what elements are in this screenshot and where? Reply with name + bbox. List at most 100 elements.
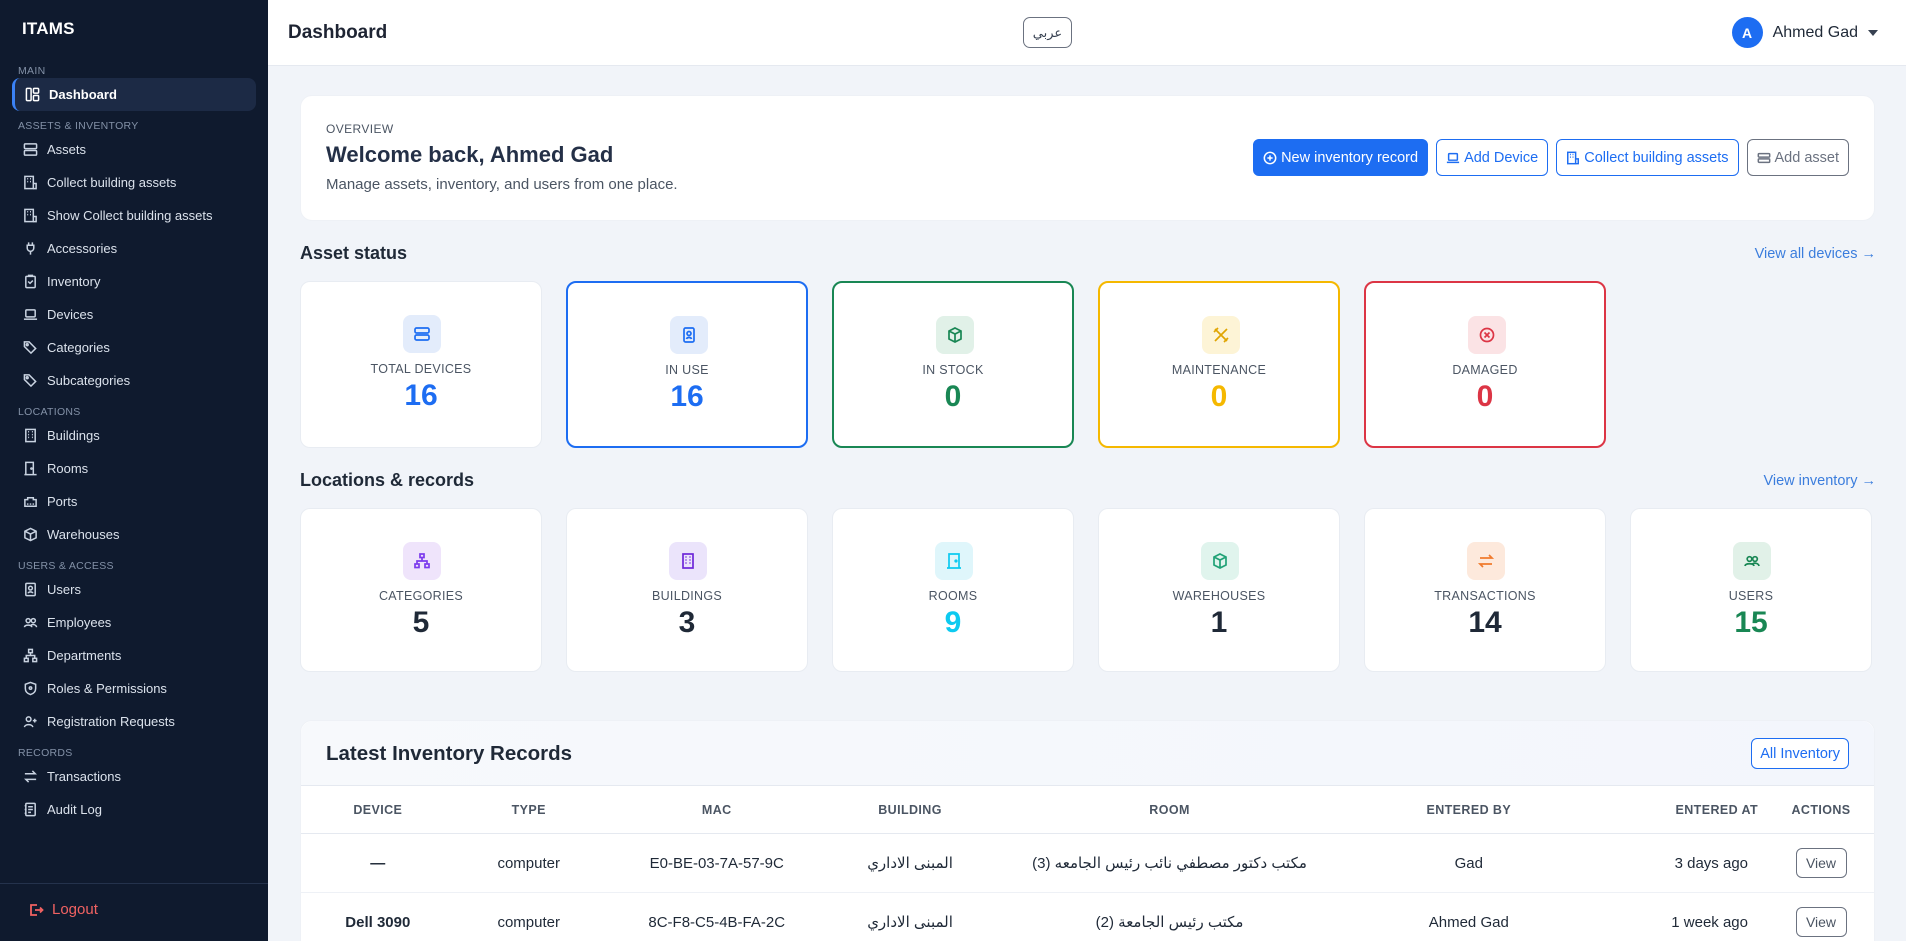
sidebar-item-devices[interactable]: Devices — [12, 298, 256, 331]
cell-entered-by: Gad — [1349, 833, 1588, 893]
people-icon — [1733, 542, 1771, 580]
sidebar-item-accessories[interactable]: Accessories — [12, 232, 256, 265]
column-header[interactable]: DEVICE — [301, 785, 455, 834]
sidebar-item-registration-requests[interactable]: Registration Requests — [12, 705, 256, 738]
stat-label: WAREHOUSES — [1172, 589, 1266, 603]
logout-label: Logout — [52, 901, 98, 918]
clipboard-icon — [22, 274, 38, 290]
column-header[interactable]: ENTERED BY — [1349, 785, 1588, 834]
nav-section-locations: LOCATIONS — [18, 406, 81, 418]
sidebar-item-subcategories[interactable]: Subcategories — [12, 364, 256, 397]
server-icon — [403, 315, 441, 353]
new-inventory-record-button[interactable]: New inventory record — [1253, 139, 1429, 176]
stat-card-maintenance[interactable]: MAINTENANCE 0 — [1098, 281, 1340, 448]
shield-icon — [22, 681, 38, 697]
sidebar-item-show-collect-building-assets[interactable]: Show Collect building assets — [12, 199, 256, 232]
view-button[interactable]: View — [1795, 848, 1847, 878]
stat-card-rooms[interactable]: ROOMS 9 — [832, 508, 1074, 672]
stat-value: 1 — [1210, 606, 1228, 639]
sidebar-item-collect-building-assets[interactable]: Collect building assets — [12, 166, 256, 199]
sidebar-item-employees[interactable]: Employees — [12, 606, 256, 639]
sidebar-item-label: Warehouses — [47, 527, 120, 542]
stat-label: USERS — [1728, 589, 1774, 603]
stat-card-warehouses[interactable]: WAREHOUSES 1 — [1098, 508, 1340, 672]
view-all-devices-link[interactable]: View all devices → — [1755, 246, 1876, 262]
view-inventory-link[interactable]: View inventory → — [1763, 473, 1876, 489]
sidebar-item-label: Roles & Permissions — [47, 681, 167, 696]
sidebar-item-transactions[interactable]: Transactions — [12, 760, 256, 793]
stat-value: 9 — [944, 606, 962, 639]
sidebar-item-label: Ports — [47, 494, 78, 509]
stat-value: 0 — [944, 380, 962, 413]
collect-building-assets-button[interactable]: Collect building assets — [1556, 139, 1739, 176]
column-header[interactable]: TYPE — [454, 785, 603, 834]
assets-icon — [22, 142, 38, 158]
stat-card-total-devices[interactable]: TOTAL DEVICES 16 — [300, 281, 542, 448]
stat-card-categories[interactable]: CATEGORIES 5 — [300, 508, 542, 672]
sidebar-item-roles-permissions[interactable]: Roles & Permissions — [12, 672, 256, 705]
sidebar: ITAMS MAIN Dashboard ASSETS & INVENTORY … — [0, 0, 268, 941]
table-row[interactable]: Dell 3090 computer 8C-F8-C5-4B-FA-2C الم… — [301, 892, 1874, 941]
table-header-row: DEVICE TYPE MAC BUILDING ROOM ENTERED BY… — [301, 785, 1874, 834]
stat-card-transactions[interactable]: TRANSACTIONS 14 — [1364, 508, 1606, 672]
sidebar-item-label: Accessories — [47, 241, 118, 256]
stat-label: CATEGORIES — [378, 589, 464, 603]
view-button[interactable]: View — [1795, 907, 1847, 937]
add-device-button[interactable]: Add Device — [1436, 139, 1549, 176]
column-header: ACTIONS — [1768, 785, 1874, 834]
stat-label: BUILDINGS — [651, 589, 723, 603]
sidebar-item-buildings[interactable]: Buildings — [12, 419, 256, 452]
id-badge-icon — [670, 316, 708, 354]
logout-button[interactable]: Logout — [28, 901, 98, 918]
laptop-icon — [22, 307, 38, 323]
stat-card-buildings[interactable]: BUILDINGS 3 — [566, 508, 808, 672]
plug-icon — [22, 241, 38, 257]
door-icon — [22, 461, 38, 477]
sidebar-item-label: Assets — [47, 142, 87, 157]
user-menu[interactable]: A Ahmed Gad — [1731, 17, 1878, 48]
column-header[interactable]: MAC — [602, 785, 831, 834]
people-icon — [22, 615, 38, 631]
journal-icon — [22, 802, 38, 818]
sidebar-item-rooms[interactable]: Rooms — [12, 452, 256, 485]
cell-actions: View — [1768, 833, 1874, 893]
stat-card-users[interactable]: USERS 15 — [1630, 508, 1872, 672]
table-row[interactable]: — computer E0-BE-03-7A-57-9C المبنى الاد… — [301, 833, 1874, 893]
stat-card-in-use[interactable]: IN USE 16 — [566, 281, 808, 448]
sidebar-item-label: Registration Requests — [47, 714, 175, 729]
sidebar-item-users[interactable]: Users — [12, 573, 256, 606]
building-icon — [669, 542, 707, 580]
sidebar-item-assets[interactable]: Assets — [12, 133, 256, 166]
person-plus-icon — [22, 714, 38, 730]
add-asset-button[interactable]: Add asset — [1746, 139, 1849, 176]
stat-label: MAINTENANCE — [1171, 363, 1267, 377]
tags-icon — [22, 340, 38, 356]
column-header[interactable]: ENTERED AT — [1587, 785, 1768, 834]
stat-value: 0 — [1476, 380, 1494, 413]
sidebar-item-dashboard[interactable]: Dashboard — [12, 78, 256, 111]
stat-label: TOTAL DEVICES — [370, 362, 472, 376]
sidebar-item-label: Show Collect building assets — [47, 208, 213, 223]
sidebar-item-departments[interactable]: Departments — [12, 639, 256, 672]
tools-icon — [1202, 316, 1240, 354]
sidebar-item-warehouses[interactable]: Warehouses — [12, 518, 256, 551]
stat-card-damaged[interactable]: DAMAGED 0 — [1364, 281, 1606, 448]
sidebar-item-label: Categories — [47, 340, 110, 355]
box-icon — [936, 316, 974, 354]
brand-logo[interactable]: ITAMS — [0, 0, 268, 58]
button-label: Add Device — [1464, 149, 1539, 166]
id-badge-icon — [22, 582, 38, 598]
sidebar-item-inventory[interactable]: Inventory — [12, 265, 256, 298]
cell-device: Dell 3090 — [301, 892, 455, 941]
language-toggle-button[interactable]: عربي — [1023, 17, 1072, 48]
column-header[interactable]: BUILDING — [830, 785, 990, 834]
stat-card-in-stock[interactable]: IN STOCK 0 — [832, 281, 1074, 448]
all-inventory-button[interactable]: All Inventory — [1751, 738, 1849, 769]
sidebar-item-label: Transactions — [47, 769, 121, 784]
sidebar-item-ports[interactable]: Ports — [12, 485, 256, 518]
column-header[interactable]: ROOM — [989, 785, 1350, 834]
sidebar-item-audit-log[interactable]: Audit Log — [12, 793, 256, 826]
sidebar-item-categories[interactable]: Categories — [12, 331, 256, 364]
overview-eyebrow: OVERVIEW — [326, 122, 394, 136]
sidebar-nav: MAIN Dashboard ASSETS & INVENTORY Assets… — [0, 64, 268, 826]
